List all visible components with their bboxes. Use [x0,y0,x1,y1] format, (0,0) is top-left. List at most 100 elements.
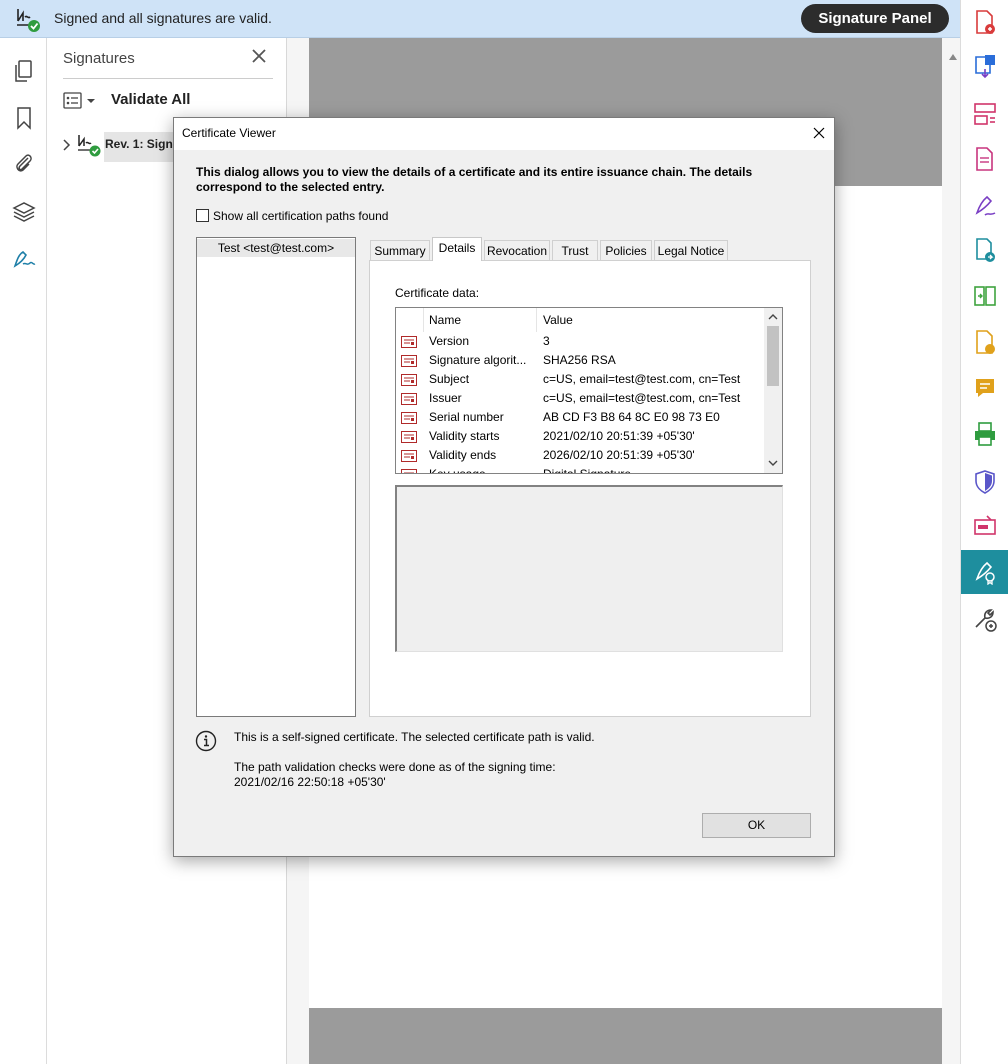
organize-pages-button[interactable] [961,92,1008,136]
protect-icon [975,470,995,494]
redact-icon [974,515,996,535]
document-scrollbar[interactable] [946,38,960,1064]
bookmark-icon[interactable] [11,105,37,131]
create-pdf-button[interactable] [961,0,1008,44]
certificate-field-icon [401,412,417,424]
scroll-thumb[interactable] [767,326,779,386]
table-row[interactable]: Key usage Digital Signature [396,465,764,474]
signatures-panel-title: Signatures [63,50,135,67]
print-production-icon [975,422,995,446]
send-for-signature-button[interactable] [961,228,1008,272]
chevron-right-icon[interactable] [61,138,71,152]
request-icon [976,330,995,354]
certificates-icon [975,561,995,585]
send-for-signature-icon [976,238,995,262]
comment-icon [976,379,994,397]
field-value: AB CD F3 B8 64 8C E0 98 73 E0 [543,410,720,424]
print-production-button[interactable] [961,412,1008,456]
edit-pdf-icon [976,147,993,171]
comment-button[interactable] [961,366,1008,410]
show-paths-checkbox[interactable] [196,209,209,222]
compare-icon [974,286,996,306]
dialog-title: Certificate Viewer [182,126,276,140]
column-separator[interactable] [536,308,537,332]
more-tools-button[interactable] [961,597,1008,641]
tab-revocation[interactable]: Revocation [484,240,550,260]
table-row[interactable]: Version 3 [396,332,764,351]
field-name: Issuer [429,391,462,405]
validation-time: 2021/02/16 22:50:18 +05'30' [234,775,386,789]
certificate-field-icon [401,355,417,367]
signature-panel-button[interactable]: Signature Panel [801,4,949,33]
table-row[interactable]: Signature algorit... SHA256 RSA [396,351,764,370]
page-gap [309,1008,942,1064]
tab-legal-notice[interactable]: Legal Notice [654,240,728,260]
compare-files-button[interactable] [961,274,1008,318]
list-options-icon[interactable] [63,92,99,110]
list-header: Name Value [396,308,764,332]
signature-revision-label[interactable]: Rev. 1: Signed by Test [105,137,175,151]
signature-valid-icon [17,9,40,32]
certificate-field-icon [401,374,417,386]
list-scrollbar[interactable] [764,308,782,473]
tools-rail [960,0,1008,1064]
certification-path-tree[interactable]: Test <test@test.com> [196,237,356,717]
path-entry[interactable]: Test <test@test.com> [197,239,355,257]
panel-divider [63,78,273,79]
validation-time-label: The path validation checks were done as … [234,760,556,774]
info-icon [195,730,217,752]
certificate-field-icon [401,393,417,405]
tab-trust[interactable]: Trust [552,240,598,260]
scroll-down-icon[interactable] [768,460,778,467]
certificate-field-icon [401,469,417,473]
close-icon[interactable] [249,46,269,66]
certificate-field-icon [401,450,417,462]
signature-valid-icon [78,135,101,157]
table-row[interactable]: Issuer c=US, email=test@test.com, cn=Test [396,389,764,408]
fill-sign-button[interactable] [961,184,1008,228]
tab-summary[interactable]: Summary [370,240,430,260]
field-value: c=US, email=test@test.com, cn=Test [543,391,741,405]
field-value: Digital Signature [543,467,632,474]
redact-button[interactable] [961,505,1008,549]
dialog-titlebar[interactable]: Certificate Viewer [174,118,834,150]
ok-button[interactable]: OK [702,813,811,838]
table-row[interactable]: Validity ends 2026/02/10 20:51:39 +05'30' [396,446,764,465]
certificate-data-list[interactable]: Name Value Version 3 Signature algorit... S… [395,307,783,474]
tab-policies[interactable]: Policies [600,240,652,260]
signature-pen-icon[interactable] [11,246,37,272]
export-pdf-button[interactable] [961,44,1008,88]
field-name: Signature algorit... [429,353,527,367]
pages-icon[interactable] [11,58,37,84]
field-value-box[interactable] [395,485,783,652]
request-button[interactable] [961,320,1008,364]
attachment-icon[interactable] [11,150,37,176]
certificate-field-icon [401,336,417,348]
fill-sign-icon [975,195,996,216]
field-name: Validity ends [429,448,497,462]
column-header-value[interactable]: Value [543,313,573,327]
field-value: c=US, email=test@test.com, cn=Test [543,372,741,386]
edit-pdf-button[interactable] [961,137,1008,181]
table-row[interactable]: Subject c=US, email=test@test.com, cn=Tes… [396,370,764,389]
scroll-up-icon[interactable] [949,54,957,60]
certificate-viewer-dialog: Certificate Viewer This dialog allows yo… [173,117,835,857]
tab-details[interactable]: Details [432,237,482,261]
protect-button[interactable] [961,460,1008,504]
field-value: 3 [543,334,550,348]
certificates-button[interactable] [961,550,1008,594]
scroll-up-icon[interactable] [768,313,778,320]
close-icon[interactable] [811,125,827,141]
field-name: Validity starts [429,429,500,443]
column-separator [423,308,424,332]
certificate-data-label: Certificate data: [395,286,480,300]
field-value: 2021/02/10 20:51:39 +05'30' [543,429,695,443]
table-row[interactable]: Serial number AB CD F3 B8 64 8C E0 98 73 … [396,408,764,427]
column-header-name[interactable]: Name [429,313,461,327]
table-row[interactable]: Validity starts 2021/02/10 20:51:39 +05'3… [396,427,764,446]
show-paths-label[interactable]: Show all certification paths found [213,209,388,223]
validate-all-button[interactable]: Validate All [111,91,190,108]
layers-icon[interactable] [11,199,37,225]
signature-status-message: Signed and all signatures are valid. [54,10,272,26]
field-name: Key usage [429,467,486,474]
